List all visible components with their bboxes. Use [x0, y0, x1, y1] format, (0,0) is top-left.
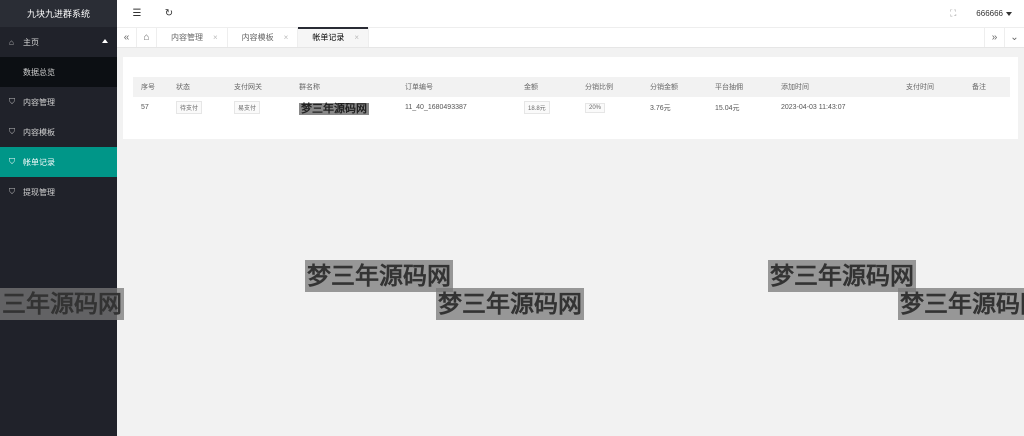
- tab-content[interactable]: 内容管理 ×: [157, 28, 228, 47]
- cell-added-time: 2023-04-03 11:43:07: [781, 104, 846, 111]
- cell-platform-fee: 15.04元: [715, 104, 740, 112]
- bills-table: 序号 状态 支付网关 群名称 订单编号 金额 分销比例 分销金额 平台抽佣 添加…: [133, 77, 1010, 118]
- col-header: 支付时间: [906, 84, 934, 91]
- username: 666666: [976, 9, 1003, 18]
- table-row: 57 待支付 易支付 梦三年源码网 11_40_1680493387 18.8元…: [133, 97, 1010, 118]
- cell-note: [964, 97, 1010, 118]
- tab-bills[interactable]: 帐单记录 ×: [298, 27, 370, 47]
- col-header: 分销金额: [650, 84, 678, 91]
- tabs-left-icon[interactable]: «: [117, 28, 137, 47]
- status-badge: 待支付: [176, 101, 203, 114]
- tab-bar: « ⌂ 内容管理 × 内容模板 × 帐单记录 × » ⌄: [117, 27, 1024, 48]
- col-header: 支付网关: [234, 84, 262, 91]
- chevron-up-icon: [102, 39, 108, 43]
- watermark: 三年源码网: [0, 288, 124, 320]
- tab-templates[interactable]: 内容模板 ×: [228, 28, 299, 47]
- chevron-down-icon[interactable]: ⌄: [1004, 28, 1024, 47]
- sidebar-item-label: 内容管理: [23, 97, 55, 107]
- refresh-icon[interactable]: ↻: [157, 0, 181, 27]
- sidebar-item-label: 提现管理: [23, 187, 55, 197]
- chevron-down-icon: [1006, 11, 1012, 16]
- close-icon[interactable]: ×: [213, 33, 218, 42]
- tabs-right-icon[interactable]: »: [984, 28, 1004, 47]
- sidebar-item-label: 内容模板: [23, 127, 55, 137]
- amount-badge: 18.8元: [524, 101, 550, 114]
- tab-label: 帐单记录: [312, 33, 345, 42]
- top-header: ☰ ↻ ⛶ 666666: [117, 0, 1024, 27]
- col-header: 金额: [524, 84, 538, 91]
- sidebar: 九块九进群系统 ⌂ 主页 数据总览 ⛉ 内容管理 ⛉ 内容模板 ⛉ 帐单记录 ⛉…: [0, 0, 117, 436]
- check-shield-icon: ⛉: [9, 97, 15, 106]
- col-header: 平台抽佣: [715, 84, 743, 91]
- tab-label: 内容模板: [241, 33, 274, 42]
- sidebar-item-label: 帐单记录: [23, 157, 55, 167]
- sidebar-item-bills[interactable]: ⛉ 帐单记录: [0, 147, 117, 177]
- watermark: 梦三年源码网: [436, 288, 584, 320]
- home-tab-icon[interactable]: ⌂: [137, 28, 157, 47]
- app-title: 九块九进群系统: [0, 0, 117, 27]
- watermark: 梦三年源码网: [898, 288, 1024, 320]
- sidebar-item-content[interactable]: ⛉ 内容管理: [0, 87, 117, 117]
- fullscreen-icon[interactable]: ⛶: [950, 8, 956, 19]
- col-header: 订单编号: [405, 84, 433, 91]
- col-header: 添加时间: [781, 84, 809, 91]
- check-shield-icon: ⛉: [9, 187, 15, 196]
- check-shield-icon: ⛉: [9, 127, 15, 136]
- watermark: 梦三年源码网: [768, 260, 916, 292]
- cell-dist-amount: 3.76元: [650, 104, 671, 112]
- sidebar-item-label: 数据总览: [23, 67, 55, 77]
- table-header-row: 序号 状态 支付网关 群名称 订单编号 金额 分销比例 分销金额 平台抽佣 添加…: [133, 77, 1010, 97]
- cell-paid-time: [898, 97, 964, 118]
- check-shield-icon: ⛉: [9, 157, 15, 166]
- ratio-badge: 20%: [585, 102, 606, 113]
- cell-id: 57: [141, 104, 149, 111]
- col-header: 群名称: [299, 84, 320, 91]
- sidebar-item-label: 主页: [23, 37, 39, 47]
- gateway-badge: 易支付: [234, 101, 261, 114]
- close-icon[interactable]: ×: [354, 33, 359, 42]
- sidebar-item-withdraw[interactable]: ⛉ 提现管理: [0, 177, 117, 207]
- bills-card: 序号 状态 支付网关 群名称 订单编号 金额 分销比例 分销金额 平台抽佣 添加…: [123, 57, 1018, 139]
- cell-order-no: 11_40_1680493387: [405, 104, 467, 111]
- cell-group-name: 梦三年源码网: [299, 102, 369, 115]
- sidebar-item-dashboard[interactable]: 数据总览: [0, 57, 117, 87]
- tab-label: 内容管理: [171, 33, 203, 42]
- close-icon[interactable]: ×: [284, 33, 289, 42]
- user-menu[interactable]: 666666: [976, 9, 1012, 18]
- sidebar-item-home[interactable]: ⌂ 主页: [0, 27, 117, 57]
- col-header: 备注: [972, 84, 986, 91]
- home-icon: ⌂: [9, 37, 14, 47]
- menu-toggle-icon[interactable]: ☰: [125, 0, 149, 27]
- col-header: 状态: [176, 84, 190, 91]
- col-header: 序号: [141, 84, 155, 91]
- watermark: 梦三年源码网: [305, 260, 453, 292]
- sidebar-submenu: 数据总览: [0, 57, 117, 87]
- sidebar-item-templates[interactable]: ⛉ 内容模板: [0, 117, 117, 147]
- col-header: 分销比例: [585, 84, 613, 91]
